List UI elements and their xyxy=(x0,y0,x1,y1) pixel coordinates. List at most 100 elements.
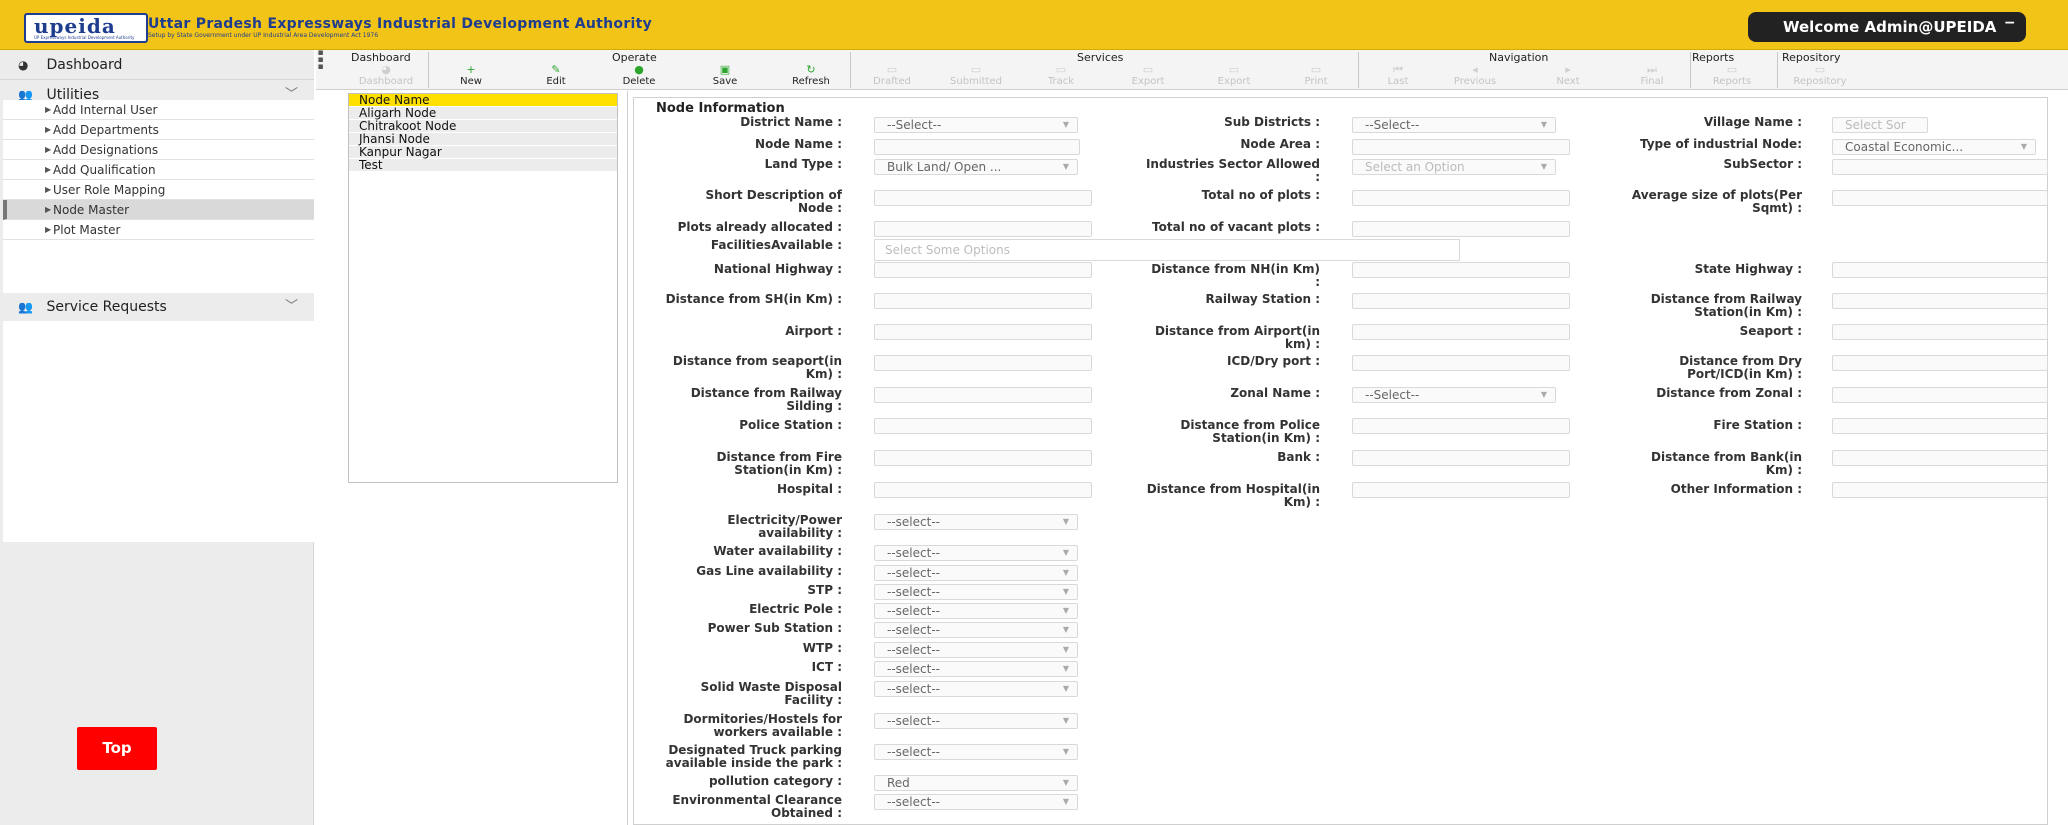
stp-select[interactable]: --select-- ▼ xyxy=(874,584,1078,600)
icd-dry-port-input[interactable] xyxy=(1352,355,1570,371)
dormitories-select[interactable]: --select-- ▼ xyxy=(874,713,1078,729)
track-button[interactable]: ▭ Track xyxy=(1033,63,1089,89)
refresh-button[interactable]: ↻ Refresh xyxy=(783,63,839,89)
total-plots-input[interactable] xyxy=(1352,190,1570,206)
railway-station-input[interactable] xyxy=(1352,293,1570,309)
type-industrial-node-select[interactable]: Coastal Economic... ▼ xyxy=(1832,139,2036,155)
electric-pole-select[interactable]: --select-- ▼ xyxy=(874,603,1078,619)
sidebar-item-add-departments[interactable]: ▶ Add Departments xyxy=(3,120,314,140)
national-highway-input[interactable] xyxy=(874,262,1092,278)
last-button[interactable]: ⏮ Last xyxy=(1372,63,1424,89)
average-plot-size-label: Average size of plots(Per Sqmt) : xyxy=(1631,188,1802,215)
sidebar-item-plot-master[interactable]: ▶ Plot Master xyxy=(3,220,314,240)
welcome-text: Welcome Admin@UPEIDA xyxy=(1783,18,1997,36)
distance-dry-port-input[interactable] xyxy=(1832,355,2048,371)
dashboard-button[interactable]: ◕ Dashboard xyxy=(351,63,421,89)
electricity-label: Electricity/Power availability : xyxy=(727,513,842,540)
subsector-input[interactable] xyxy=(1832,159,2048,175)
short-description-input[interactable] xyxy=(874,190,1092,206)
solid-waste-select[interactable]: --select-- ▼ xyxy=(874,681,1078,697)
distance-fire-input[interactable] xyxy=(874,450,1092,466)
save-icon: ▣ xyxy=(719,63,731,76)
upeida-logo[interactable]: upeida UP Expressways Industrial Develop… xyxy=(24,13,148,43)
village-name-label: Village Name : xyxy=(1703,115,1802,129)
distance-bank-input[interactable] xyxy=(1832,450,2048,466)
industries-sector-select[interactable]: Select an Option ▼ xyxy=(1352,159,1556,175)
short-description-label: Short Description of Node : xyxy=(705,188,842,215)
scroll-top-button[interactable]: Top xyxy=(77,727,157,770)
reports-button[interactable]: ▭ Reports xyxy=(1697,63,1767,89)
final-button[interactable]: ⏭ Final xyxy=(1626,63,1678,89)
village-name-select[interactable]: Select Sor xyxy=(1832,117,1928,133)
seaport-input[interactable] xyxy=(1832,324,2048,340)
node-list-item[interactable]: Kanpur Nagar xyxy=(349,146,617,159)
pollution-category-select[interactable]: Red ▼ xyxy=(874,775,1078,791)
vacant-plots-input[interactable] xyxy=(1352,221,1570,237)
plots-allocated-label: Plots already allocated : xyxy=(677,220,842,234)
user-menu[interactable]: Welcome Admin@UPEIDA ▔ xyxy=(1748,12,2026,42)
previous-button[interactable]: ◂ Previous xyxy=(1442,63,1508,89)
wtp-select[interactable]: --select-- ▼ xyxy=(874,642,1078,658)
distance-hospital-input[interactable] xyxy=(1352,482,1570,498)
bank-input[interactable] xyxy=(1352,450,1570,466)
toolbar-grip-icon[interactable]: ▪ ▪ ▪ xyxy=(316,49,325,72)
save-button[interactable]: ▣ Save xyxy=(699,63,751,89)
ict-select[interactable]: --select-- ▼ xyxy=(874,661,1078,677)
hospital-input[interactable] xyxy=(874,482,1092,498)
airport-input[interactable] xyxy=(874,324,1092,340)
sub-districts-select[interactable]: --Select-- ▼ xyxy=(1352,117,1556,133)
delete-button[interactable]: ● Delete xyxy=(613,63,665,89)
state-highway-label: State Highway : xyxy=(1694,262,1802,276)
drafted-button[interactable]: ▭ Drafted xyxy=(862,63,922,89)
facilities-multiselect[interactable]: Select Some Options xyxy=(874,239,1460,261)
distance-railway-siding-input[interactable] xyxy=(874,387,1092,403)
plots-allocated-input[interactable] xyxy=(874,221,1092,237)
print-button[interactable]: ▭ Print xyxy=(1288,63,1344,89)
distance-seaport-input[interactable] xyxy=(874,355,1092,371)
new-button[interactable]: + New xyxy=(445,63,497,89)
distance-nh-input[interactable] xyxy=(1352,262,1570,278)
node-name-label: Node Name : xyxy=(755,137,842,151)
submitted-button[interactable]: ▭ Submitted xyxy=(943,63,1009,89)
average-plot-size-input[interactable] xyxy=(1832,190,2048,206)
sidebar-item-add-designations[interactable]: ▶ Add Designations xyxy=(3,140,314,160)
industries-sector-label: Industries Sector Allowed: xyxy=(1145,157,1320,184)
sidebar-item-node-master[interactable]: ▶ Node Master xyxy=(3,200,314,220)
other-information-input[interactable] xyxy=(1832,482,2048,498)
node-area-input[interactable] xyxy=(1352,139,1570,155)
export-button[interactable]: ▭ Export xyxy=(1204,63,1264,89)
sidebar-item-dashboard[interactable]: ◕ Dashboard xyxy=(0,50,314,80)
electricity-select[interactable]: --select-- ▼ xyxy=(874,514,1078,530)
power-sub-station-label: Power Sub Station : xyxy=(707,621,842,635)
repository-button[interactable]: ▭ Repository xyxy=(1783,63,1857,89)
sidebar-item-add-qualification[interactable]: ▶ Add Qualification xyxy=(3,160,314,180)
land-type-select[interactable]: Bulk Land/ Open ... ▼ xyxy=(874,159,1078,175)
state-highway-input[interactable] xyxy=(1832,262,2048,278)
zonal-name-select[interactable]: --Select-- ▼ xyxy=(1352,387,1556,403)
water-select[interactable]: --select-- ▼ xyxy=(874,545,1078,561)
sidebar-item-service-requests[interactable]: 👥 Service Requests ﹀ xyxy=(0,293,314,321)
district-name-select[interactable]: --Select-- ▼ xyxy=(874,117,1078,133)
police-station-input[interactable] xyxy=(874,418,1092,434)
sidebar-item-add-internal-user[interactable]: ▶ Add Internal User xyxy=(3,100,314,120)
dropdown-arrow-icon: ▼ xyxy=(1062,778,1069,787)
distance-police-input[interactable] xyxy=(1352,418,1570,434)
node-list-item[interactable]: Test xyxy=(349,159,617,172)
gas-line-select[interactable]: --select-- ▼ xyxy=(874,565,1078,581)
fire-station-input[interactable] xyxy=(1832,418,2048,434)
edit-button[interactable]: ✎ Edit xyxy=(530,63,582,89)
truck-parking-select[interactable]: --select-- ▼ xyxy=(874,744,1078,760)
delete-icon: ● xyxy=(634,63,644,76)
environmental-clearance-select[interactable]: --select-- ▼ xyxy=(874,794,1078,810)
node-name-input[interactable] xyxy=(874,139,1080,155)
next-button[interactable]: ▸ Next xyxy=(1542,63,1594,89)
power-sub-station-select[interactable]: --select-- ▼ xyxy=(874,622,1078,638)
distance-zonal-input[interactable] xyxy=(1832,387,2048,403)
seaport-label: Seaport : xyxy=(1739,324,1802,338)
distance-sh-input[interactable] xyxy=(874,293,1092,309)
sidebar-item-user-role-mapping[interactable]: ▶ User Role Mapping xyxy=(3,180,314,200)
distance-railway-input[interactable] xyxy=(1832,293,2048,309)
distance-airport-input[interactable] xyxy=(1352,324,1570,340)
export-button[interactable]: ▭ Export xyxy=(1118,63,1178,89)
dropdown-arrow-icon: ▼ xyxy=(1540,120,1547,129)
